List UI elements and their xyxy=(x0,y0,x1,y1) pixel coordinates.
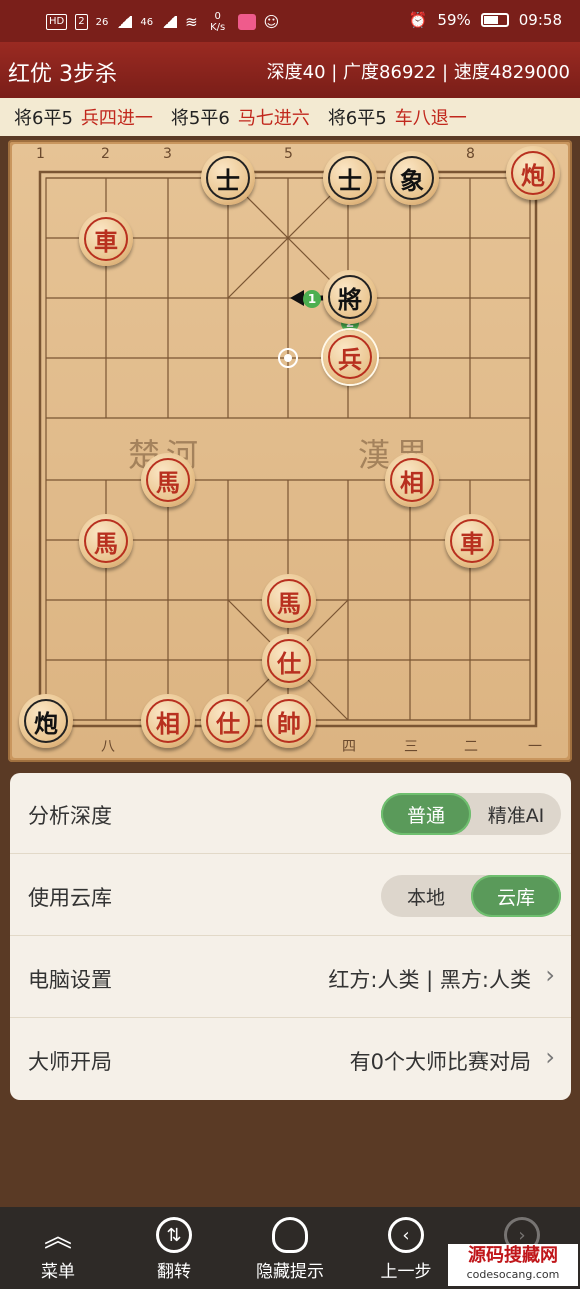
engine-stats: 深度40 | 广度86922 | 速度4829000 xyxy=(266,62,570,83)
piece-advisor-black[interactable]: 士 xyxy=(201,151,255,205)
qq-icon: ☺ xyxy=(263,13,280,31)
signal-icon-2 xyxy=(161,16,178,28)
move-sequence: 将6平5 兵四进一 将5平6 马七进六 将6平5 车八退一 xyxy=(0,98,580,136)
black-move: 将6平5 xyxy=(14,108,73,129)
master-opening-row[interactable]: 大师开局 有0个大师比赛对局 › xyxy=(10,1019,571,1100)
watermark-url: codesocang.com xyxy=(466,1268,560,1281)
piece-horse-red[interactable]: 馬 xyxy=(141,453,195,507)
piece-chariot-red[interactable]: 車 xyxy=(79,212,133,266)
piece-advisor-red[interactable]: 仕 xyxy=(201,694,255,748)
piece-elephant-black[interactable]: 象 xyxy=(385,151,439,205)
nav-label: 隐藏提示 xyxy=(256,1262,324,1282)
move-pair[interactable]: 将6平5 兵四进一 xyxy=(14,104,153,130)
black-move: 将6平5 xyxy=(327,108,387,129)
signal-icon xyxy=(116,16,133,28)
piece-cannon-black[interactable]: 炮 xyxy=(19,694,73,748)
watermark: 源码搜藏网 codesocang.com xyxy=(448,1244,578,1286)
status-bar: HD 2 26 46 ≋ 0 K/s ☺ ⏰ 59% 09:58 xyxy=(0,0,580,42)
piece-elephant-red[interactable]: 相 xyxy=(385,453,439,507)
piece-advisor-red[interactable]: 仕 xyxy=(262,634,316,688)
computer-settings-row[interactable]: 电脑设置 红方:人类 | 黑方:人类 › xyxy=(10,937,571,1018)
network-4g-label: 46 xyxy=(140,16,154,28)
analysis-depth-label: 分析深度 xyxy=(28,804,112,828)
puzzle-title: 红优 3步杀 xyxy=(8,62,117,87)
cloud-library-row: 使用云库 本地 云库 xyxy=(10,855,571,936)
flip-icon: ⇅ xyxy=(156,1217,192,1253)
hint-marker-1: 1 xyxy=(303,290,321,308)
nav-previous-step[interactable]: ‹ 上一步 xyxy=(348,1207,464,1289)
computer-settings-value: 红方:人类 | 黑方:人类 xyxy=(328,968,531,992)
nav-hide-hints[interactable]: 隐藏提示 xyxy=(232,1207,348,1289)
piece-cannon-red[interactable]: 炮 xyxy=(506,146,560,200)
nav-label: 菜单 xyxy=(41,1262,75,1282)
menu-icon: ︽ xyxy=(43,1220,72,1253)
nav-flip[interactable]: ⇅ 翻转 xyxy=(116,1207,232,1289)
master-opening-value: 有0个大师比赛对局 xyxy=(349,1050,531,1074)
red-move: 兵四进一 xyxy=(80,108,153,129)
watermark-title: 源码搜藏网 xyxy=(468,1245,558,1266)
piece-chariot-red[interactable]: 車 xyxy=(445,514,499,568)
move-pair[interactable]: 将6平5 车八退一 xyxy=(328,104,467,130)
depth-normal-option[interactable]: 普通 xyxy=(381,793,471,835)
nav-label: 上一步 xyxy=(380,1262,432,1282)
computer-settings-label: 电脑设置 xyxy=(28,968,112,992)
analysis-depth-toggle[interactable]: 普通 精准AI xyxy=(381,793,561,835)
piece-king-red[interactable]: 帥 xyxy=(262,694,316,748)
chevron-right-icon: › xyxy=(545,1043,555,1071)
red-move: 马七进六 xyxy=(237,108,310,129)
nav-label: 翻转 xyxy=(157,1262,191,1282)
analysis-depth-row: 分析深度 普通 精准AI xyxy=(10,773,571,854)
piece-advisor-black[interactable]: 士 xyxy=(323,151,377,205)
piece-horse-red[interactable]: 馬 xyxy=(79,514,133,568)
nav-menu[interactable]: ︽ 菜单 xyxy=(0,1207,116,1289)
chess-board[interactable]: 1 2 3 5 8 八 四 三 二 一 楚河 漢界 1 2 士 士 象 炮 車 … xyxy=(8,140,572,762)
piece-elephant-red[interactable]: 相 xyxy=(141,694,195,748)
battery-percent: 59% xyxy=(437,11,471,29)
back-icon: ‹ xyxy=(388,1217,424,1253)
battery-icon xyxy=(480,13,509,27)
red-move: 车八退一 xyxy=(394,108,467,129)
clock: 09:58 xyxy=(518,11,562,29)
settings-panel: 分析深度 普通 精准AI 使用云库 本地 云库 电脑设置 红方:人类 | 黑方:… xyxy=(10,773,571,1100)
move-pair[interactable]: 将5平6 马七进六 xyxy=(171,104,310,130)
piece-general-black[interactable]: 將 xyxy=(323,270,377,324)
bulb-icon xyxy=(272,1217,308,1253)
title-bar: 红优 3步杀 深度40 | 广度86922 | 速度4829000 xyxy=(0,42,580,98)
black-move: 将5平6 xyxy=(170,108,230,129)
piece-horse-red[interactable]: 馬 xyxy=(262,574,316,628)
app-notification-icon xyxy=(237,14,256,30)
master-opening-label: 大师开局 xyxy=(28,1050,112,1074)
cloud-library-toggle[interactable]: 本地 云库 xyxy=(381,875,561,917)
wifi-icon: ≋ xyxy=(185,13,198,31)
depth-precise-ai-option[interactable]: 精准AI xyxy=(471,793,561,835)
hd-badge: HD xyxy=(46,14,68,30)
cloud-library-label: 使用云库 xyxy=(28,886,112,910)
sim-badge: 2 xyxy=(75,14,88,30)
cloud-option[interactable]: 云库 xyxy=(471,875,561,917)
piece-soldier-red[interactable]: 兵 xyxy=(323,330,377,384)
network-2g-label: 26 xyxy=(95,16,109,28)
local-option[interactable]: 本地 xyxy=(381,875,471,917)
net-speed: 0 K/s xyxy=(210,11,226,33)
chevron-right-icon: › xyxy=(545,961,555,989)
alarm-icon: ⏰ xyxy=(408,11,428,29)
